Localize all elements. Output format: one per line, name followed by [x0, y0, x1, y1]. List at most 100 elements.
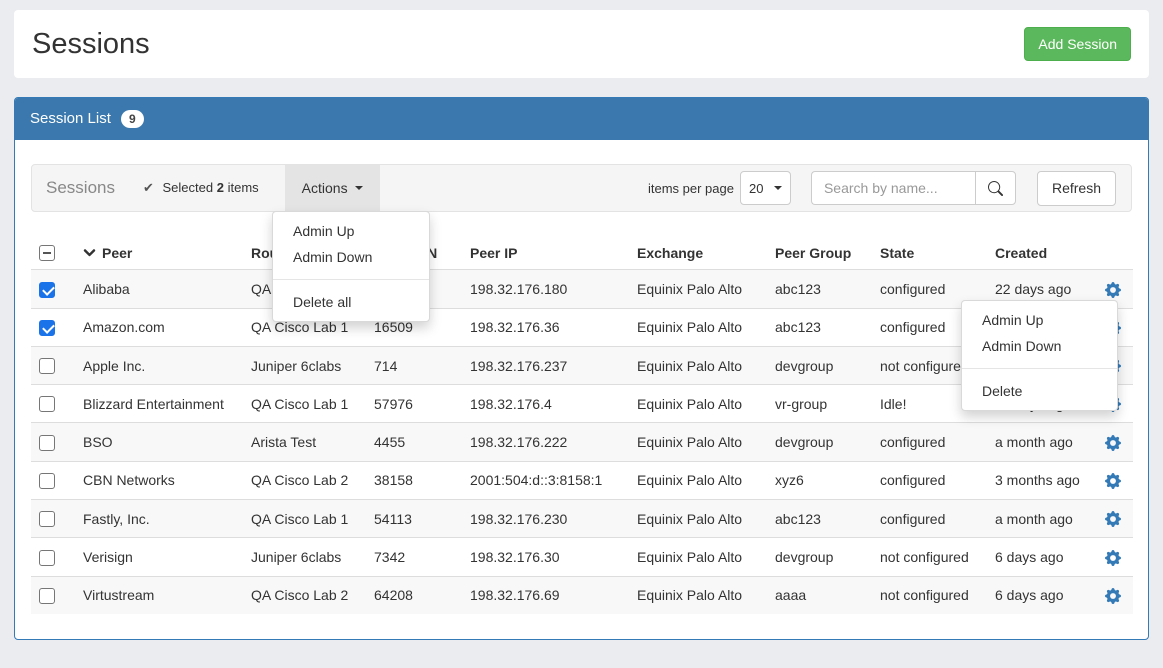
cell-asn: 54113 [366, 500, 462, 538]
cell-peer-ip: 198.32.176.4 [462, 385, 629, 423]
column-header-actions [1087, 236, 1133, 270]
check-icon: ✔ [143, 180, 154, 195]
cell-peer: Apple Inc. [75, 346, 243, 384]
menu-item-admin-up[interactable]: Admin Up [273, 218, 429, 244]
selected-count: 2 [217, 180, 224, 195]
cell-router: Juniper 6clabs [243, 538, 366, 576]
cell-asn: 38158 [366, 461, 462, 499]
cell-peer: CBN Networks [75, 461, 243, 499]
column-header-exchange[interactable]: Exchange [629, 236, 767, 270]
cell-state: not configured [872, 576, 987, 614]
row-checkbox-cell [31, 270, 75, 308]
column-header-peer-group[interactable]: Peer Group [767, 236, 872, 270]
menu-item-delete-all[interactable]: Delete all [273, 289, 429, 315]
cell-router: QA Cisco Lab 2 [243, 576, 366, 614]
session-count-badge: 9 [121, 110, 144, 128]
cell-asn: 7342 [366, 538, 462, 576]
cell-peer: Amazon.com [75, 308, 243, 346]
row-actions-cell [1087, 500, 1133, 538]
refresh-button[interactable]: Refresh [1037, 171, 1116, 206]
actions-button-label: Actions [302, 180, 348, 196]
items-per-page-label: items per page [648, 181, 734, 196]
column-header-peer-ip[interactable]: Peer IP [462, 236, 629, 270]
column-header-created[interactable]: Created [987, 236, 1087, 270]
row-checkbox[interactable] [39, 435, 55, 451]
cell-created: 3 months ago [987, 461, 1087, 499]
cell-exchange: Equinix Palo Alto [629, 500, 767, 538]
select-all-checkbox[interactable] [39, 245, 55, 261]
table-row: BSOArista Test4455198.32.176.222Equinix … [31, 423, 1133, 461]
row-checkbox-cell [31, 385, 75, 423]
gear-icon[interactable] [1105, 511, 1121, 527]
panel-title: Session List [30, 110, 111, 127]
gear-icon[interactable] [1105, 435, 1121, 451]
cell-peer-ip: 198.32.176.222 [462, 423, 629, 461]
cell-exchange: Equinix Palo Alto [629, 346, 767, 384]
search-input[interactable] [811, 171, 975, 205]
row-checkbox[interactable] [39, 282, 55, 298]
row-checkbox-cell [31, 346, 75, 384]
session-table: Peer Router Peer ASN Peer IP Exchange Pe… [31, 236, 1133, 614]
row-actions-cell [1087, 461, 1133, 499]
cell-state: not configured [872, 538, 987, 576]
column-header-state[interactable]: State [872, 236, 987, 270]
column-header-peer[interactable]: Peer [102, 245, 132, 261]
table-toolbar: Sessions ✔ Selected 2 items Actions item… [31, 164, 1132, 212]
selected-info: ✔ Selected 2 items [143, 180, 259, 196]
cell-exchange: Equinix Palo Alto [629, 385, 767, 423]
cell-router: Juniper 6clabs [243, 346, 366, 384]
gear-icon[interactable] [1105, 588, 1121, 604]
cell-peer-ip: 198.32.176.69 [462, 576, 629, 614]
cell-created: 6 days ago [987, 576, 1087, 614]
gear-icon[interactable] [1105, 550, 1121, 566]
row-checkbox[interactable] [39, 358, 55, 374]
actions-button[interactable]: Actions [285, 165, 380, 211]
cell-exchange: Equinix Palo Alto [629, 538, 767, 576]
gear-icon[interactable] [1105, 282, 1121, 298]
cell-peer: Verisign [75, 538, 243, 576]
row-checkbox[interactable] [39, 588, 55, 604]
row-checkbox[interactable] [39, 473, 55, 489]
cell-peer: Virtustream [75, 576, 243, 614]
cell-state: configured [872, 461, 987, 499]
cell-router: Arista Test [243, 423, 366, 461]
cell-peer-group: devgroup [767, 423, 872, 461]
cell-exchange: Equinix Palo Alto [629, 270, 767, 308]
row-actions-cell [1087, 576, 1133, 614]
cell-state: configured [872, 500, 987, 538]
menu-item-admin-down[interactable]: Admin Down [273, 244, 429, 270]
cell-peer-ip: 2001:504:d::3:8158:1 [462, 461, 629, 499]
row-checkbox[interactable] [39, 511, 55, 527]
row-checkbox-cell [31, 538, 75, 576]
cell-peer-group: abc123 [767, 270, 872, 308]
cell-peer-ip: 198.32.176.237 [462, 346, 629, 384]
cell-asn: 64208 [366, 576, 462, 614]
table-row: VirtustreamQA Cisco Lab 264208198.32.176… [31, 576, 1133, 614]
menu-item-admin-up[interactable]: Admin Up [962, 307, 1117, 333]
row-checkbox[interactable] [39, 550, 55, 566]
cell-asn: 4455 [366, 423, 462, 461]
search-button[interactable] [975, 171, 1016, 205]
cell-peer-group: vr-group [767, 385, 872, 423]
row-checkbox[interactable] [39, 320, 55, 336]
table-row: Fastly, Inc.QA Cisco Lab 154113198.32.17… [31, 500, 1133, 538]
sort-descending-icon[interactable] [83, 246, 96, 259]
row-checkbox-cell [31, 308, 75, 346]
add-session-button[interactable]: Add Session [1024, 27, 1131, 61]
cell-peer-ip: 198.32.176.30 [462, 538, 629, 576]
gear-icon[interactable] [1105, 473, 1121, 489]
row-checkbox-cell [31, 576, 75, 614]
page-header: Sessions Add Session [14, 10, 1149, 78]
cell-created: 6 days ago [987, 538, 1087, 576]
row-checkbox[interactable] [39, 396, 55, 412]
cell-exchange: Equinix Palo Alto [629, 308, 767, 346]
menu-item-delete[interactable]: Delete [962, 378, 1117, 404]
row-checkbox-cell [31, 423, 75, 461]
row-checkbox-cell [31, 500, 75, 538]
cell-exchange: Equinix Palo Alto [629, 423, 767, 461]
table-label: Sessions [46, 178, 115, 198]
items-per-page-select[interactable]: 20 [740, 171, 791, 205]
menu-divider [273, 279, 429, 280]
toolbar-right: items per page 20 Refresh [648, 171, 1131, 206]
menu-item-admin-down[interactable]: Admin Down [962, 333, 1117, 359]
